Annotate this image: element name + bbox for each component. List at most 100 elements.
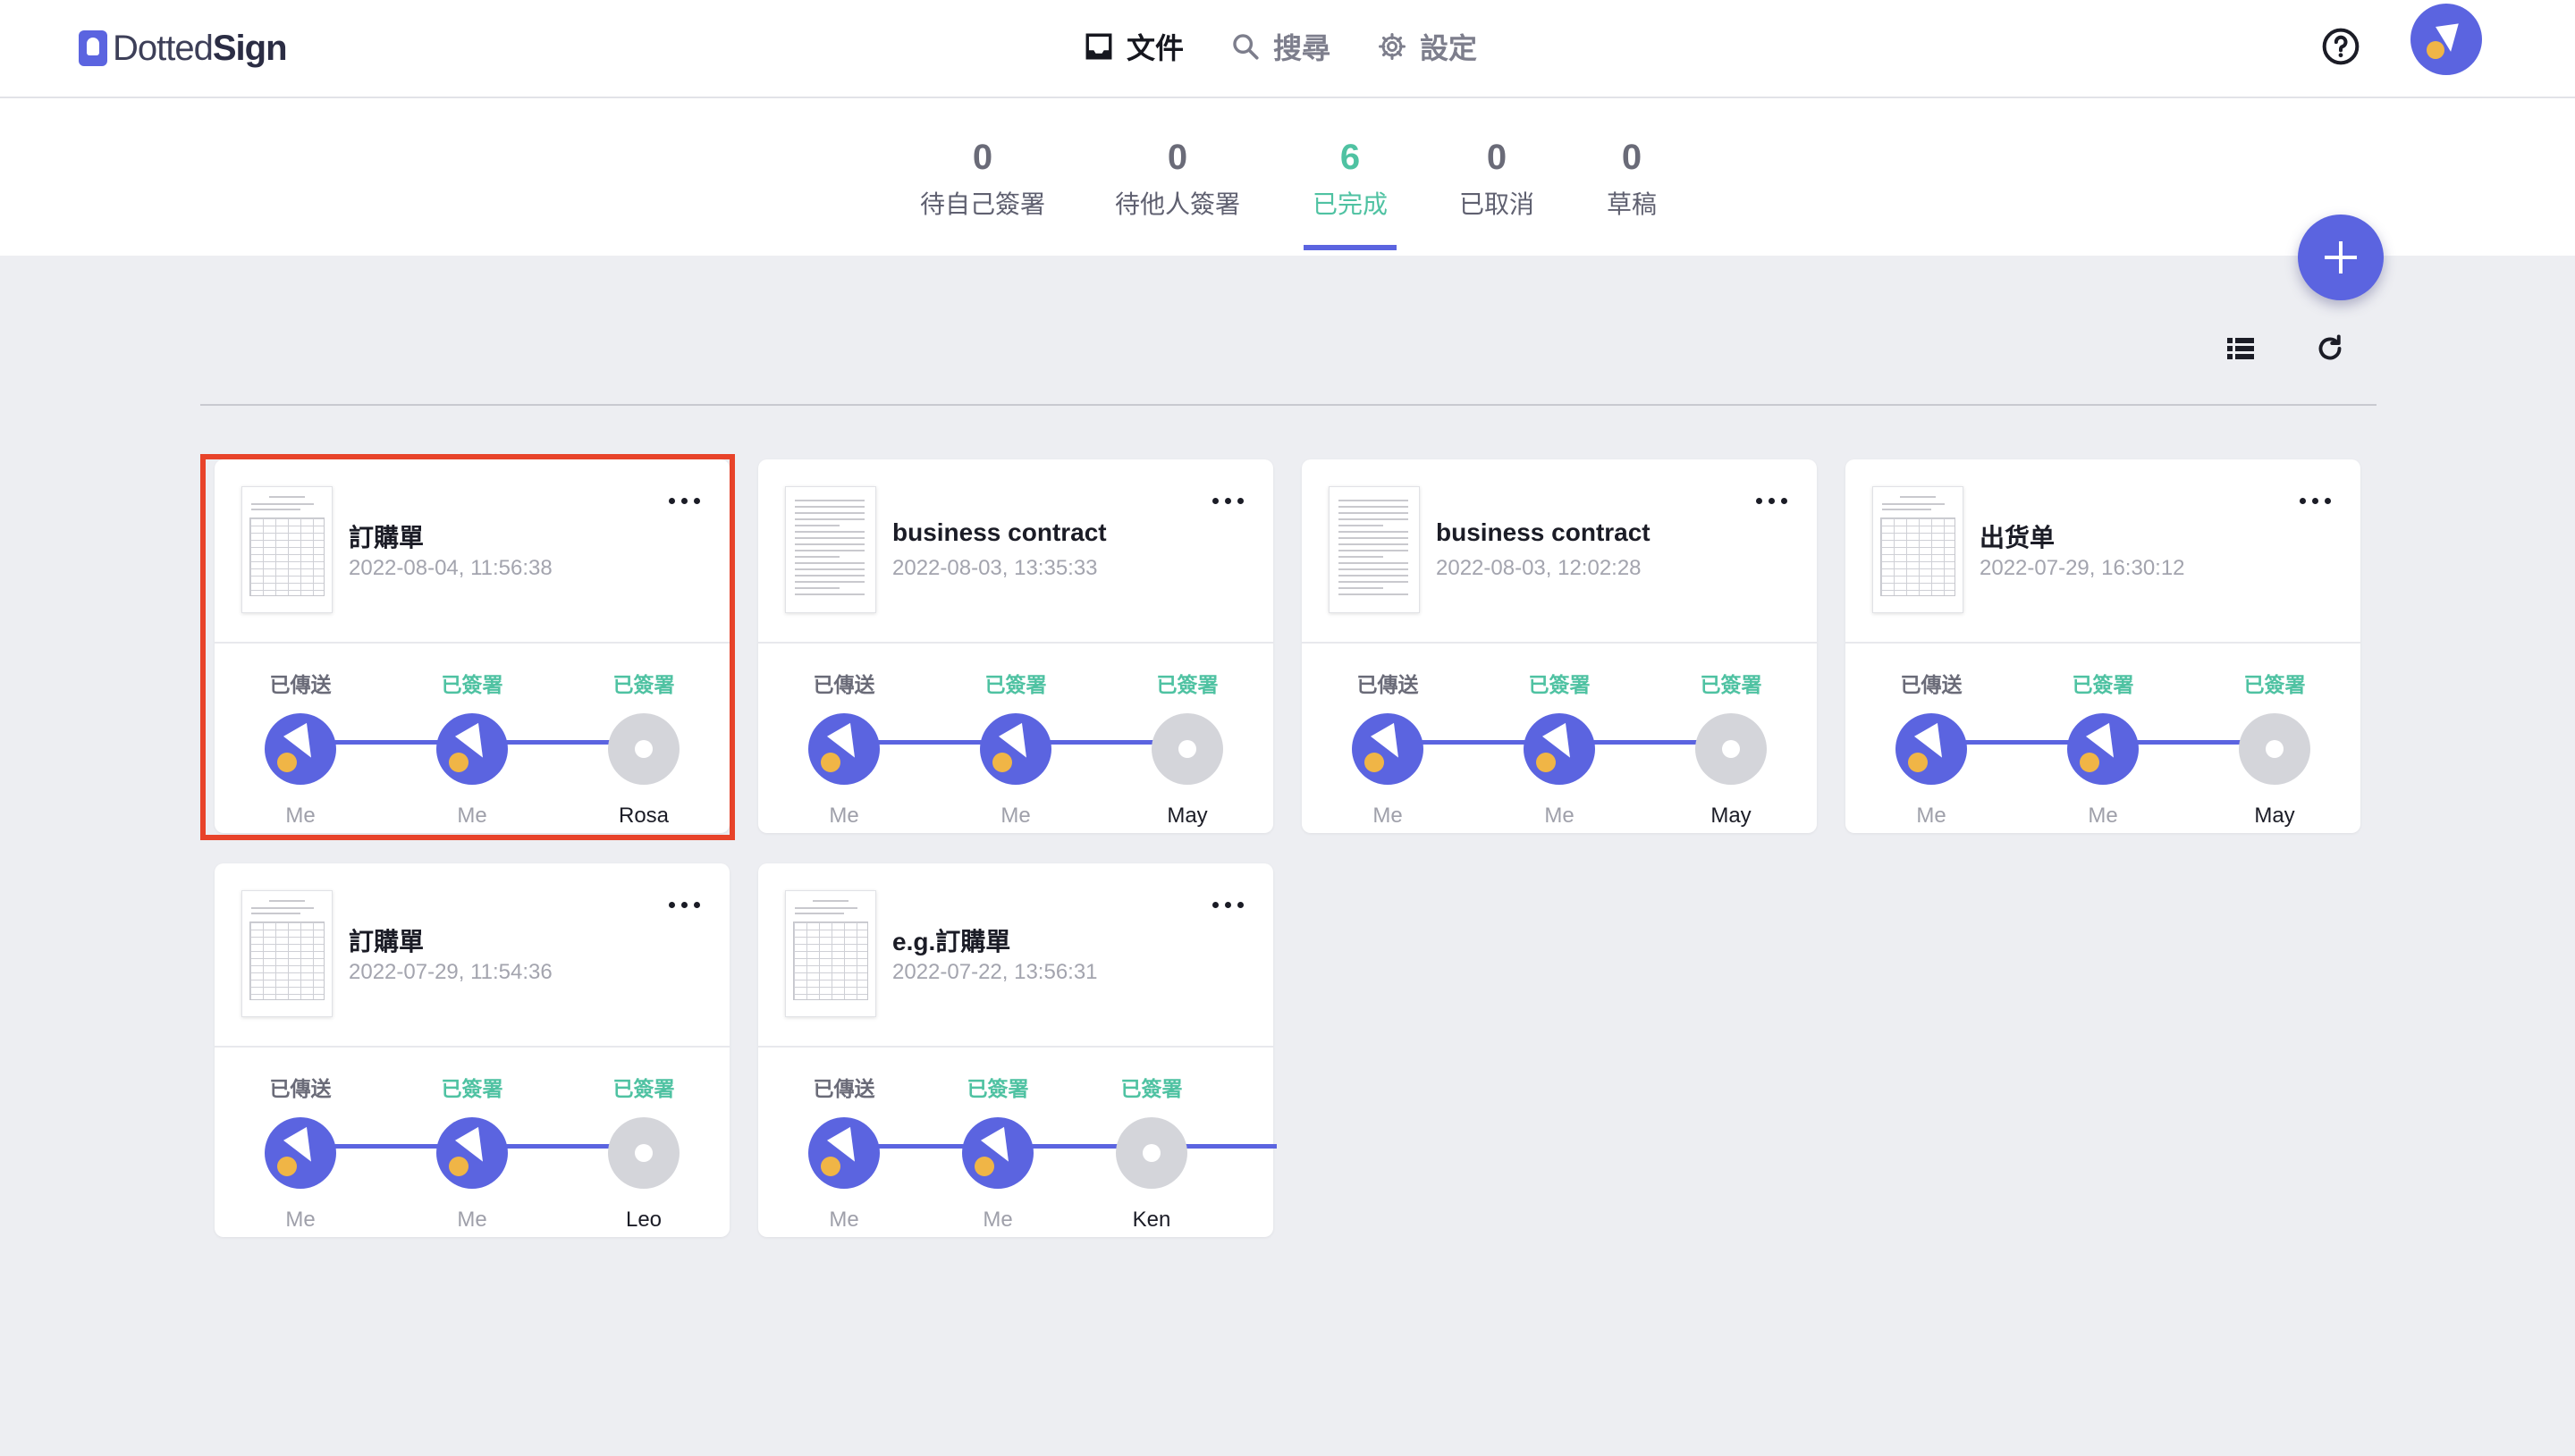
signer-step: 已簽署 May (2221, 672, 2328, 829)
signer-name: Me (829, 1208, 859, 1232)
signer-avatar-icon (436, 1117, 508, 1189)
more-options-icon[interactable] (2298, 492, 2334, 508)
signer-step: 已簽署 Me (1506, 672, 1613, 829)
card-separator (215, 1046, 730, 1048)
document-card[interactable]: 訂購單 2022-07-29, 11:54:36 已傳送 Me 已簽署 Me 已簽署 Leo (215, 863, 730, 1237)
document-title[interactable]: 訂購單 (349, 922, 424, 958)
status-tabs: 0 待自己簽署 0 待他人簽署 6 已完成 0 已取消 0 草稿 (0, 98, 2575, 256)
nav-documents[interactable]: 文件 (1084, 26, 1184, 67)
signer-name: Me (285, 804, 316, 828)
document-thumbnail[interactable] (241, 486, 333, 613)
signer-name: Leo (625, 1208, 663, 1232)
more-options-icon[interactable] (1754, 492, 1790, 508)
document-card[interactable]: 出货单 2022-07-29, 16:30:12 已傳送 Me 已簽署 Me 已簽署 May (1845, 459, 2360, 833)
inbox-icon (1085, 33, 1112, 60)
signer-step: 已傳送 Me (1334, 672, 1441, 829)
step-status: 已傳送 (813, 1077, 875, 1100)
signer-name: May (2254, 804, 2295, 828)
signer-avatar-icon (808, 1117, 880, 1189)
search-icon (1233, 34, 1259, 60)
document-thumbnail[interactable] (1329, 486, 1420, 613)
step-status: 已簽署 (612, 1077, 675, 1100)
help-icon[interactable] (2321, 27, 2360, 66)
tab-cancelled[interactable]: 0 已取消 (1457, 136, 1536, 220)
signer-name: Ken (1132, 1208, 1171, 1232)
logo-text: DottedSign (113, 28, 288, 68)
signer-name: Rosa (618, 804, 670, 828)
more-options-icon[interactable] (667, 896, 703, 912)
step-status: 已簽署 (984, 673, 1047, 696)
signer-step: 已簽署 Me (944, 1076, 1051, 1233)
signer-avatar-icon (2067, 713, 2139, 785)
signer-avatar-icon (265, 713, 336, 785)
tab-awaiting-me[interactable]: 0 待自己簽署 (917, 136, 1048, 220)
more-options-icon[interactable] (1211, 492, 1246, 508)
tab-count: 0 (1167, 138, 1188, 177)
document-card[interactable]: 訂購單 2022-08-04, 11:56:38 已傳送 Me 已簽署 Me 已簽署 Rosa (215, 459, 730, 833)
document-card[interactable]: business contract 2022-08-03, 13:35:33 已傳送… (758, 459, 1273, 833)
step-status: 已簽署 (612, 673, 675, 696)
document-thumbnail[interactable] (241, 890, 333, 1017)
tab-awaiting-others[interactable]: 0 待他人簽署 (1112, 136, 1243, 220)
signer-avatar-icon (1116, 1117, 1187, 1189)
signer-avatar-icon (608, 713, 680, 785)
tab-label: 已完成 (1312, 190, 1388, 218)
signer-step: 已傳送 Me (790, 672, 898, 829)
document-date: 2022-08-04, 11:56:38 (349, 556, 553, 580)
tab-count: 0 (972, 138, 993, 177)
signer-name: May (1710, 804, 1752, 828)
refresh-icon[interactable] (2314, 332, 2346, 365)
tab-label: 草稿 (1606, 190, 1657, 218)
signer-step: 已簽署 Me (962, 672, 1069, 829)
document-date: 2022-07-29, 11:54:36 (349, 960, 553, 984)
signer-step: 已簽署 Me (2049, 672, 2157, 829)
card-separator (1845, 642, 2360, 644)
list-view-icon[interactable] (2225, 332, 2257, 365)
nav-settings[interactable]: 設定 (1377, 26, 1477, 67)
step-status: 已傳送 (269, 673, 332, 696)
more-options-icon[interactable] (1211, 896, 1246, 912)
step-status: 已簽署 (2243, 673, 2306, 696)
add-document-button[interactable] (2298, 215, 2384, 300)
signer-name: Me (2088, 804, 2118, 828)
document-thumbnail[interactable] (785, 890, 876, 1017)
card-separator (1302, 642, 1817, 644)
signer-step: 已傳送 Me (247, 1076, 354, 1233)
user-avatar[interactable] (2410, 4, 2482, 75)
tab-completed[interactable]: 6 已完成 (1304, 136, 1397, 220)
avatar-mark-icon (2427, 23, 2459, 59)
signer-name: May (1167, 804, 1208, 828)
tab-count: 6 (1339, 138, 1361, 177)
content-divider (200, 404, 2377, 406)
tab-drafts[interactable]: 0 草稿 (1600, 136, 1663, 220)
step-status: 已傳送 (1356, 673, 1419, 696)
card-separator (758, 1046, 1273, 1048)
document-thumbnail[interactable] (785, 486, 876, 613)
document-thumbnail[interactable] (1872, 486, 1963, 613)
more-options-icon[interactable] (667, 492, 703, 508)
signer-avatar-icon (2239, 713, 2310, 785)
card-separator (758, 642, 1273, 644)
document-title[interactable]: business contract (892, 518, 1107, 547)
step-status: 已簽署 (1700, 673, 1762, 696)
document-card[interactable]: e.g.訂購單 2022-07-22, 13:56:31 已傳送 Me 已簽署 Me 已簽署… (758, 863, 1277, 1237)
signer-name: Me (457, 804, 487, 828)
document-title[interactable]: 訂購單 (349, 518, 424, 554)
step-status: 已簽署 (1528, 673, 1591, 696)
document-title[interactable]: business contract (1436, 518, 1651, 547)
nav-search[interactable]: 搜尋 (1230, 26, 1330, 67)
signer-avatar-icon (1352, 713, 1423, 785)
document-title[interactable]: e.g.訂購單 (892, 922, 1010, 958)
signer-avatar-icon (808, 713, 880, 785)
dottedsign-logo[interactable]: DottedSign (79, 23, 288, 73)
top-navigation-bar: DottedSign 文件 搜尋 設定 (0, 0, 2575, 98)
document-card[interactable]: business contract 2022-08-03, 12:02:28 已傳送… (1302, 459, 1817, 833)
document-date: 2022-07-29, 16:30:12 (1980, 556, 2185, 580)
document-title[interactable]: 出货单 (1980, 518, 2055, 554)
signer-avatar-icon (1695, 713, 1767, 785)
signer-name: Me (1544, 804, 1575, 828)
signer-step: 已簽署 May (1677, 672, 1785, 829)
signer-avatar-icon (962, 1117, 1034, 1189)
step-status: 已簽署 (1120, 1077, 1183, 1100)
signer-step: 已傳送 Me (790, 1076, 898, 1233)
